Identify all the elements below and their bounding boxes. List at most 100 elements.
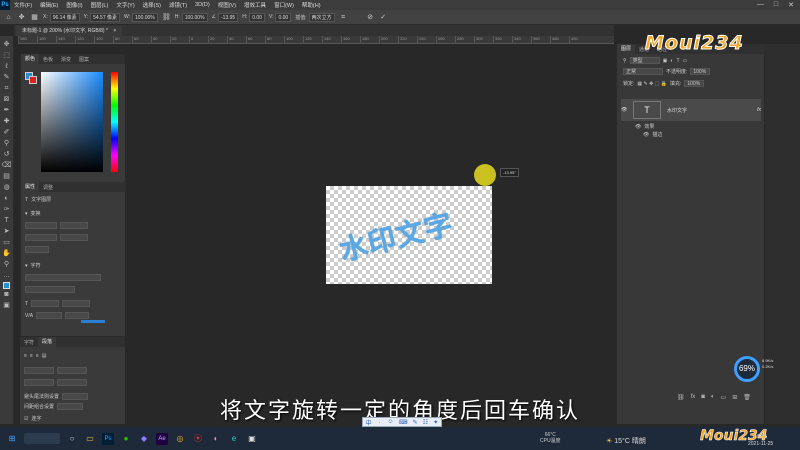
menu-select[interactable]: 选择(S) — [139, 1, 165, 9]
justify-icon[interactable]: ▤ — [42, 353, 47, 359]
angle-field[interactable] — [25, 246, 49, 253]
fill-field[interactable]: 100% — [684, 80, 705, 87]
hue-slider[interactable] — [111, 72, 118, 172]
lasso-tool-icon[interactable]: ℓ — [2, 62, 12, 72]
menu-image[interactable]: 图像(I) — [62, 1, 86, 9]
link-icon[interactable]: ⛓ — [162, 13, 171, 22]
x-position-field[interactable] — [25, 234, 57, 241]
menu-edit[interactable]: 编辑(E) — [36, 1, 62, 9]
file-explorer-icon[interactable]: ▭ — [84, 433, 96, 445]
path-select-icon[interactable]: ➤ — [2, 227, 12, 237]
h-input[interactable]: 100.00% — [181, 12, 208, 22]
angle-input[interactable]: -13.95 — [218, 12, 239, 22]
align-right-icon[interactable]: ≡ — [36, 353, 39, 359]
artboard-tool-icon[interactable]: ⬚ — [2, 51, 12, 61]
avatar-app-icon[interactable]: ◐ — [210, 433, 222, 445]
chrome-icon[interactable]: ◎ — [174, 433, 186, 445]
eyedropper-icon[interactable]: ✒ — [2, 106, 12, 116]
screen-mode-icon[interactable]: ▣ — [2, 301, 12, 311]
history-brush-icon[interactable]: ↺ — [2, 150, 12, 160]
menu-help[interactable]: 帮助(H) — [298, 1, 325, 9]
collapse-icon[interactable]: ▾ — [25, 211, 28, 217]
clone-stamp-icon[interactable]: ⚲ — [2, 139, 12, 149]
collapse-icon[interactable]: ▾ — [25, 263, 28, 269]
wechat-icon[interactable]: ● — [120, 433, 132, 445]
zoom-tool-icon[interactable]: ⚲ — [2, 260, 12, 270]
eraser-tool-icon[interactable]: ⌫ — [2, 161, 12, 171]
opacity-field[interactable]: 100% — [690, 68, 711, 75]
ime-keyboard-icon[interactable]: ⌨ — [399, 419, 408, 426]
font-family-select[interactable] — [25, 274, 101, 281]
taskbar-search[interactable] — [24, 433, 60, 444]
visibility-eye-icon[interactable]: 👁 — [621, 107, 633, 113]
hskew-input[interactable]: 0.00 — [249, 12, 265, 22]
align-left-icon[interactable]: ≡ — [24, 353, 27, 359]
tab-layers[interactable]: 图层 — [617, 44, 636, 54]
filter-image-icon[interactable]: ▣ — [663, 58, 668, 64]
text-color-swatch[interactable] — [81, 320, 105, 323]
width-field[interactable] — [25, 222, 57, 229]
record-icon[interactable]: ⦿ — [192, 433, 204, 445]
brush-tool-icon[interactable]: ✐ — [2, 128, 12, 138]
media-encoder-icon[interactable]: ◆ — [138, 433, 150, 445]
after-effects-icon[interactable]: Ae — [156, 432, 168, 445]
tab-color[interactable]: 颜色 — [21, 54, 40, 64]
crop-tool-icon[interactable]: ⌗ — [2, 84, 12, 94]
tab-gradients[interactable]: 渐变 — [57, 56, 75, 63]
menu-3d[interactable]: 3D(D) — [191, 2, 214, 8]
effects-eye-icon[interactable]: 👁 — [635, 124, 641, 130]
menu-filter[interactable]: 滤镜(T) — [165, 1, 191, 9]
home-icon[interactable]: ⌂ — [4, 13, 13, 22]
quick-mask-icon[interactable]: ◙ — [2, 290, 12, 300]
w-input[interactable]: 100.00% — [132, 12, 158, 22]
menu-file[interactable]: 文件(F) — [10, 1, 36, 9]
menu-window[interactable]: 窗口(W) — [270, 1, 298, 9]
pen-tool-icon[interactable]: ✑ — [2, 205, 12, 215]
document-canvas[interactable]: 水印文字 — [326, 186, 492, 284]
filter-adjust-icon[interactable]: ◐ — [670, 58, 673, 64]
space-after-field[interactable] — [57, 379, 87, 386]
warp-icon[interactable]: ⌗ — [339, 13, 348, 22]
maximize-icon[interactable]: □ — [774, 1, 778, 9]
menu-type[interactable]: 文字(Y) — [112, 1, 138, 9]
blur-tool-icon[interactable]: ◍ — [2, 183, 12, 193]
tab-adjustments[interactable]: 调整 — [39, 184, 57, 191]
font-size-field[interactable] — [31, 300, 60, 307]
app-window-icon[interactable]: ▣ — [246, 433, 258, 445]
commit-transform-icon[interactable]: ✓ — [379, 13, 388, 22]
more-tools-icon[interactable]: … — [2, 271, 12, 281]
document-tab-close-icon[interactable]: × — [113, 28, 116, 34]
watermark-text-layer[interactable]: 水印文字 — [335, 203, 457, 270]
tab-swatches[interactable]: 色板 — [39, 56, 57, 63]
menu-view[interactable]: 视图(V) — [214, 1, 240, 9]
tab-paragraph[interactable]: 段落 — [38, 337, 57, 347]
foreground-color-swatch[interactable] — [3, 282, 10, 289]
layer-row-text[interactable]: 👁 T 水印文字 fx — [621, 99, 761, 121]
ime-handwrite-icon[interactable]: ✎ — [413, 419, 418, 426]
lock-icons[interactable]: ▦ ✎ ✥ ⬚ 🔒 — [637, 81, 667, 87]
tab-character[interactable]: 字符 — [20, 339, 38, 346]
tab-properties[interactable]: 属性 — [21, 182, 40, 192]
menu-plugins[interactable]: 增效工具 — [240, 1, 270, 9]
ime-settings-icon[interactable]: ✦ — [433, 419, 438, 426]
edge-icon[interactable]: e — [228, 433, 240, 445]
font-style-select[interactable] — [25, 286, 75, 293]
reference-point-icon[interactable]: ▦ — [30, 13, 39, 22]
filter-type-icon[interactable]: T — [676, 58, 679, 64]
align-center-icon[interactable]: ≡ — [30, 353, 33, 359]
ime-punct-icon[interactable]: ㆍ — [377, 418, 383, 427]
stroke-eye-icon[interactable]: 👁 — [643, 132, 649, 138]
leading-field[interactable] — [62, 300, 91, 307]
vskew-input[interactable]: 0.00 — [275, 12, 292, 22]
quick-select-icon[interactable]: ✎ — [2, 73, 12, 83]
indent-right-field[interactable] — [57, 367, 87, 374]
color-picker-field[interactable] — [41, 72, 103, 172]
dodge-tool-icon[interactable]: ◐ — [2, 194, 12, 204]
healing-brush-icon[interactable]: ✚ — [2, 117, 12, 127]
tab-patterns[interactable]: 图案 — [75, 56, 93, 63]
interpolation-select[interactable]: 两次立方 — [308, 12, 335, 22]
minimize-icon[interactable]: — — [757, 1, 764, 9]
menu-layer[interactable]: 图层(L) — [87, 1, 113, 9]
cancel-transform-icon[interactable]: ⊘ — [366, 13, 375, 22]
background-color-chip[interactable] — [29, 76, 37, 84]
